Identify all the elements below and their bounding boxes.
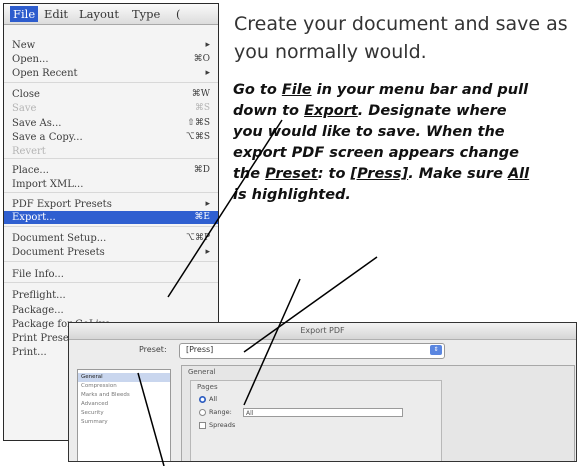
menu-item-label: Document Presets bbox=[12, 247, 105, 258]
steps-text: . Make sure bbox=[408, 166, 508, 182]
menu-item-label: Print... bbox=[12, 347, 47, 358]
file-menu-item[interactable]: New ▸ bbox=[4, 39, 218, 52]
instruction-steps: Go to File in your menu bar and pull dow… bbox=[233, 80, 533, 206]
menu-item-shortcut: ⌘D bbox=[193, 165, 210, 175]
menu-more[interactable]: ( bbox=[176, 6, 181, 22]
export-word: Export bbox=[304, 103, 358, 119]
file-menu-item[interactable]: Close ⌘W bbox=[4, 88, 218, 101]
menu-layout[interactable]: Layout bbox=[79, 6, 119, 22]
file-menu-item[interactable]: Document Setup... ⌥⌘P bbox=[4, 232, 218, 245]
menu-item-label: Package... bbox=[12, 305, 64, 316]
steps-text: is highlighted. bbox=[233, 187, 351, 203]
menu-item-label: File Info... bbox=[12, 269, 64, 280]
file-menu-item: Revert bbox=[4, 145, 218, 158]
general-panel: General Pages All Range: All Spreads bbox=[181, 365, 575, 461]
category-item[interactable]: Summary bbox=[78, 418, 170, 427]
menu-item-label: Save bbox=[12, 103, 37, 114]
spreads-label: Spreads bbox=[209, 421, 236, 429]
preset-word: Preset bbox=[265, 166, 318, 182]
category-item[interactable]: Advanced bbox=[78, 400, 170, 409]
menu-separator bbox=[4, 82, 218, 83]
menu-item-label: New bbox=[12, 40, 36, 51]
pages-label: Pages bbox=[197, 383, 218, 391]
menu-item-label: Save As... bbox=[12, 118, 62, 129]
menu-type[interactable]: Type bbox=[132, 6, 160, 22]
export-pdf-dialog: Export PDF Preset: [Press] ⇕ General Comp… bbox=[68, 322, 577, 462]
file-menu-item[interactable]: Place... ⌘D bbox=[4, 164, 218, 177]
menu-file[interactable]: File bbox=[10, 6, 39, 22]
menu-item-label: Open Recent bbox=[12, 68, 78, 79]
range-radio[interactable] bbox=[199, 409, 206, 416]
file-menu-item[interactable]: Save a Copy... ⌥⌘S bbox=[4, 131, 218, 144]
menu-item-label: Import XML... bbox=[12, 179, 84, 190]
menu-item-shortcut: ▸ bbox=[205, 40, 210, 50]
menu-item-shortcut: ⌥⌘P bbox=[185, 233, 210, 243]
file-word: File bbox=[281, 82, 312, 98]
file-menu-item[interactable]: Preflight... bbox=[4, 289, 218, 302]
press-word: [Press] bbox=[350, 166, 409, 182]
menu-item-shortcut: ▸ bbox=[205, 247, 210, 257]
menu-separator bbox=[4, 261, 218, 262]
file-menu-item[interactable]: Package... bbox=[4, 304, 218, 317]
menu-separator bbox=[4, 282, 218, 283]
range-input[interactable]: All bbox=[243, 408, 403, 417]
menu-item-shortcut: ⌘O bbox=[193, 54, 210, 64]
file-menu-item[interactable]: Open Recent ▸ bbox=[4, 67, 218, 80]
spreads-checkbox[interactable] bbox=[199, 422, 206, 429]
menu-item-label: Document Setup... bbox=[12, 233, 107, 244]
menu-separator bbox=[4, 192, 218, 193]
preset-select[interactable]: [Press] ⇕ bbox=[179, 343, 445, 359]
file-menu-item[interactable]: Export... ⌘E bbox=[4, 211, 218, 224]
menu-item-shortcut: ⌥⌘S bbox=[185, 132, 210, 142]
steps-text: : to bbox=[317, 166, 351, 182]
menu-separator bbox=[4, 158, 218, 159]
preset-value: [Press] bbox=[186, 345, 214, 354]
all-word: All bbox=[507, 166, 530, 182]
menu-item-label: Preflight... bbox=[12, 290, 66, 301]
file-menu-item[interactable]: File Info... bbox=[4, 268, 218, 281]
pages-group: Pages All Range: All Spreads bbox=[190, 380, 442, 461]
menu-item-label: Place... bbox=[12, 165, 49, 176]
menu-separator bbox=[4, 226, 218, 227]
all-label: All bbox=[209, 395, 218, 403]
range-label: Range: bbox=[209, 408, 232, 416]
file-menu-item[interactable]: Save As... ⇧⌘S bbox=[4, 117, 218, 130]
file-menu-item[interactable]: Document Presets ▸ bbox=[4, 246, 218, 259]
category-item[interactable]: Compression bbox=[78, 382, 170, 391]
category-item[interactable]: General bbox=[78, 373, 170, 382]
menu-item-shortcut: ⌘S bbox=[194, 103, 210, 113]
intro-text: Create your document and save as you nor… bbox=[234, 13, 568, 63]
menu-item-shortcut: ▸ bbox=[205, 199, 210, 209]
steps-text: Go to bbox=[233, 82, 282, 98]
file-menu-item[interactable]: Open... ⌘O bbox=[4, 53, 218, 66]
menu-bar: File Edit Layout Type ( bbox=[4, 4, 218, 25]
chevron-updown-icon[interactable]: ⇕ bbox=[430, 345, 442, 355]
menu-item-shortcut: ⌘W bbox=[191, 89, 210, 99]
file-menu-item[interactable]: Import XML... bbox=[4, 178, 218, 191]
menu-item-label: Close bbox=[12, 89, 40, 100]
menu-item-shortcut: ▸ bbox=[205, 68, 210, 78]
file-menu-item: Save ⌘S bbox=[4, 102, 218, 115]
menu-edit[interactable]: Edit bbox=[44, 6, 68, 22]
category-item[interactable]: Security bbox=[78, 409, 170, 418]
menu-item-label: Save a Copy... bbox=[12, 132, 83, 143]
section-title: General bbox=[188, 368, 216, 376]
menu-item-shortcut: ⌘E bbox=[194, 212, 210, 222]
file-menu-item[interactable]: PDF Export Presets ▸ bbox=[4, 198, 218, 211]
menu-item-label: Export... bbox=[12, 212, 56, 223]
all-radio[interactable] bbox=[199, 396, 206, 403]
menu-item-label: Open... bbox=[12, 54, 49, 65]
preset-label: Preset: bbox=[139, 345, 167, 354]
category-list: General Compression Marks and Bleeds Advanc… bbox=[77, 369, 171, 461]
menu-item-shortcut: ⇧⌘S bbox=[187, 118, 210, 128]
menu-item-label: Revert bbox=[12, 146, 46, 157]
dialog-title: Export PDF bbox=[69, 323, 576, 340]
menu-item-label: PDF Export Presets bbox=[12, 199, 112, 210]
category-item[interactable]: Marks and Bleeds bbox=[78, 391, 170, 400]
